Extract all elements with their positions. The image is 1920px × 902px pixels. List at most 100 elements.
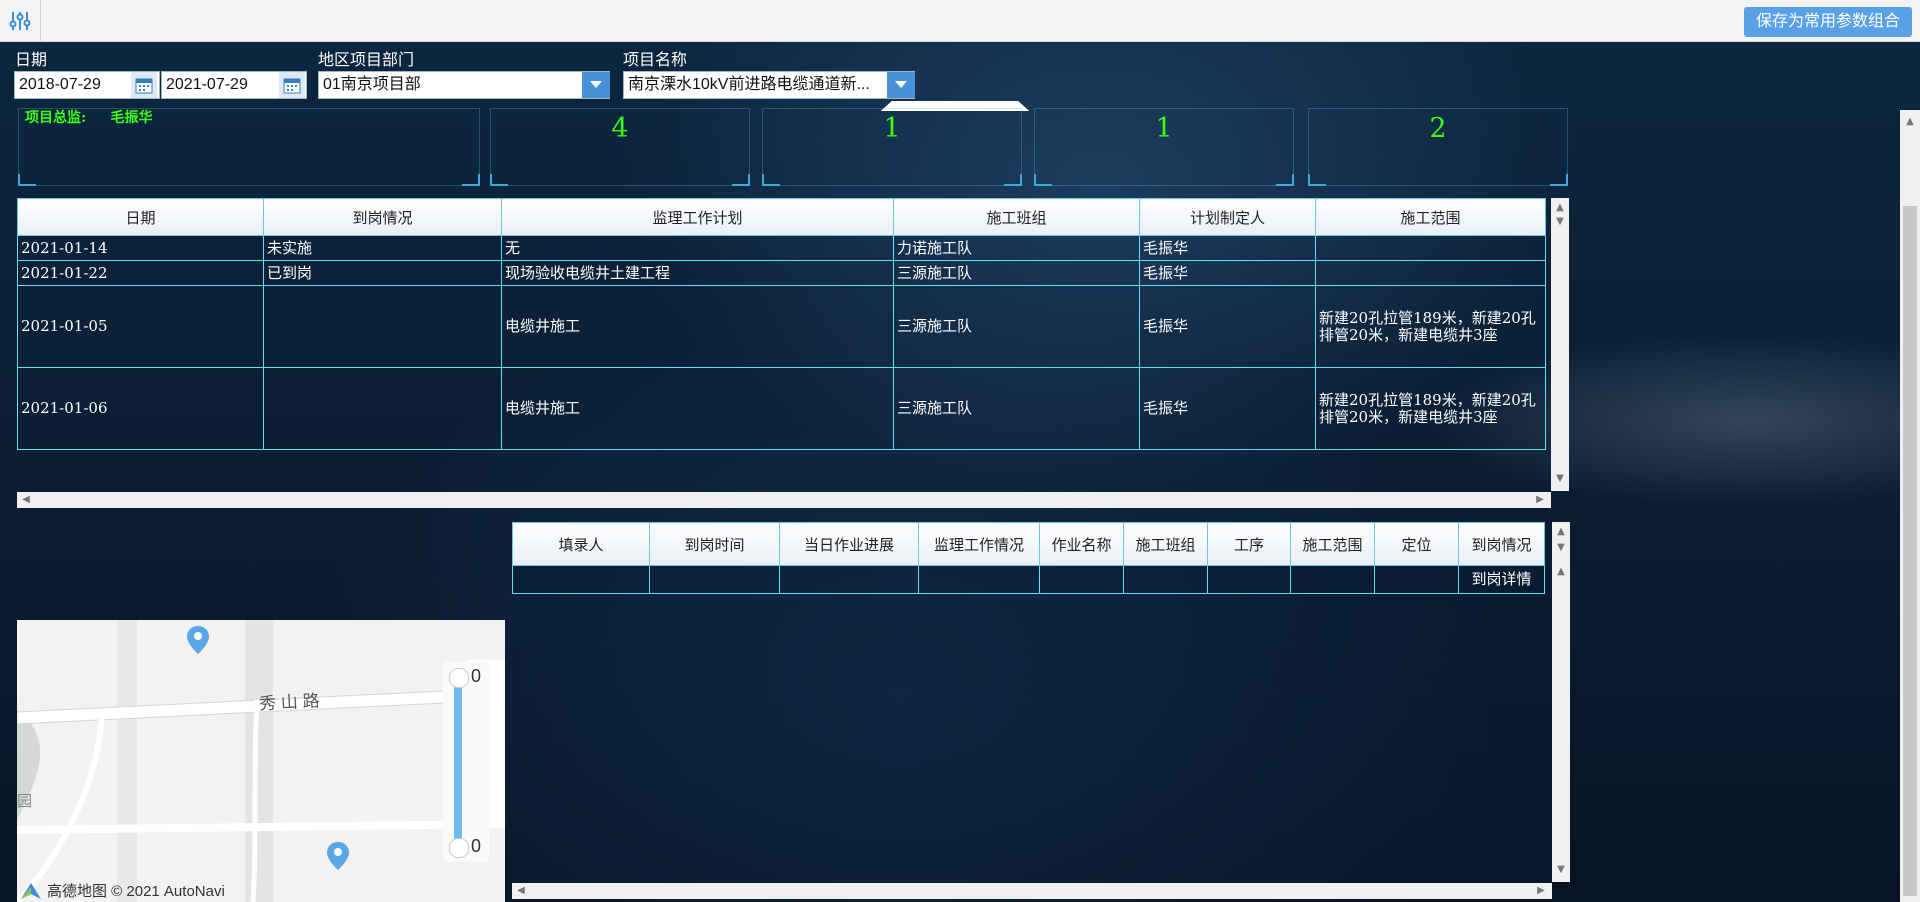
col-header-scope[interactable]: 施工范围	[1315, 198, 1546, 236]
map-attribution: 高德地图 © 2021 AutoNavi	[19, 880, 225, 901]
kpi-box-4: 2	[1308, 108, 1568, 186]
director-name: 毛振华	[110, 110, 153, 126]
zoom-handle-top[interactable]	[449, 668, 469, 688]
dept-dropdown-button[interactable]	[582, 72, 610, 98]
scroll-up-icon[interactable]: ▲	[1553, 202, 1567, 213]
cell-date: 2021-01-14	[17, 235, 264, 261]
attribution-text: 高德地图 © 2021 AutoNavi	[47, 883, 225, 900]
col-header-job-name[interactable]: 作业名称	[1039, 522, 1124, 566]
col-header-recorder[interactable]: 填录人	[512, 522, 650, 566]
cell-planner: 毛振华	[1139, 235, 1316, 261]
calendar-icon	[135, 78, 153, 94]
zoom-top-value: 0	[471, 666, 482, 686]
cell-plan: 电缆井施工	[501, 367, 894, 450]
top-toolbar: 保存为常用参数组合	[0, 0, 1920, 42]
project-label: 项目名称	[623, 52, 688, 69]
cell-empty	[918, 565, 1040, 594]
cell-empty	[512, 565, 650, 594]
page-scroll-thumb[interactable]	[1903, 206, 1917, 896]
scroll-up-icon[interactable]: ▲	[1903, 116, 1917, 127]
start-date-calendar-button[interactable]	[131, 72, 157, 98]
report-table-body-area	[512, 564, 1552, 884]
map-panel[interactable]: 秀 山 路 园 0 0 高德地图 © 2021 AutoNavi	[17, 620, 505, 902]
scroll-left-icon[interactable]: ◀	[19, 494, 33, 505]
report-table-hscroll[interactable]: ◀ ▶	[512, 883, 1552, 899]
scroll-down-icon[interactable]: ▼	[1554, 542, 1568, 553]
plan-table-hscroll[interactable]: ◀ ▶	[17, 492, 1551, 508]
cell-empty	[1123, 565, 1208, 594]
cell-empty	[1207, 565, 1291, 594]
cell-empty	[1290, 565, 1375, 594]
col-header-plan[interactable]: 监理工作计划	[501, 198, 894, 236]
col-header-location[interactable]: 定位	[1374, 522, 1459, 566]
col-header-arrival[interactable]: 到岗情况	[263, 198, 502, 236]
plan-table-vscroll[interactable]: ▲ ▼ ▼	[1551, 198, 1569, 491]
zoom-handle-bottom[interactable]	[449, 838, 469, 858]
cell-team: 三源施工队	[893, 367, 1140, 450]
scroll-up-icon[interactable]: ▲	[1554, 566, 1568, 577]
date-label: 日期	[15, 52, 48, 69]
cell-empty	[1374, 565, 1459, 594]
chevron-down-icon	[590, 81, 602, 88]
cell-planner: 毛振华	[1139, 285, 1316, 368]
cell-date: 2021-01-22	[17, 260, 264, 286]
col-header-scope[interactable]: 施工范围	[1290, 522, 1375, 566]
scroll-right-icon[interactable]: ▶	[1534, 885, 1548, 896]
arrival-detail-subheader[interactable]: 到岗详情	[1458, 565, 1545, 594]
scroll-down-icon[interactable]: ▼	[1553, 473, 1567, 484]
road-label: 秀 山 路	[258, 691, 321, 714]
kpi-value: 4	[611, 113, 629, 144]
cell-team: 三源施工队	[893, 260, 1140, 286]
settings-button[interactable]	[0, 0, 41, 41]
col-header-daily-progress[interactable]: 当日作业进展	[779, 522, 919, 566]
calendar-icon	[283, 78, 301, 94]
scroll-up-icon[interactable]: ▲	[1554, 526, 1568, 537]
report-table-vscroll[interactable]: ▲ ▼ ▲ ▼	[1552, 522, 1570, 882]
table-row[interactable]: 2021-01-05 电缆井施工 三源施工队 毛振华 新建20孔拉管189米，新…	[17, 285, 1546, 368]
map-pin-icon[interactable]	[187, 626, 209, 658]
cell-scope	[1315, 235, 1546, 261]
col-header-team[interactable]: 施工班组	[893, 198, 1140, 236]
page-vscroll[interactable]: ▲	[1900, 110, 1920, 902]
zoom-track[interactable]	[454, 676, 462, 848]
cell-team: 力诺施工队	[893, 235, 1140, 261]
kpi-box-3: 1	[1034, 108, 1294, 186]
col-header-team[interactable]: 施工班组	[1123, 522, 1208, 566]
director-label: 项目总监: 毛振华	[25, 110, 153, 126]
col-header-planner[interactable]: 计划制定人	[1139, 198, 1316, 236]
scroll-left-icon[interactable]: ◀	[514, 885, 528, 896]
plan-table-header: 日期 到岗情况 监理工作计划 施工班组 计划制定人 施工范围	[17, 198, 1546, 236]
dept-select[interactable]: 01南京项目部	[318, 71, 610, 99]
plan-table-panel: 日期 到岗情况 监理工作计划 施工班组 计划制定人 施工范围 2021-01-1…	[17, 198, 1572, 508]
cell-date: 2021-01-05	[17, 285, 264, 368]
col-header-process[interactable]: 工序	[1207, 522, 1291, 566]
scroll-right-icon[interactable]: ▶	[1533, 494, 1547, 505]
col-header-supervision[interactable]: 监理工作情况	[918, 522, 1040, 566]
table-row[interactable]: 2021-01-22 已到岗 现场验收电缆井土建工程 三源施工队 毛振华	[17, 260, 1546, 286]
chevron-down-icon	[895, 81, 907, 88]
scroll-down-icon[interactable]: ▼	[1554, 864, 1568, 875]
report-table-panel: 填录人 到岗时间 当日作业进展 监理工作情况 作业名称 施工班组 工序 施工范围…	[512, 522, 1572, 902]
scroll-down-icon[interactable]: ▼	[1553, 216, 1567, 227]
col-header-arrival-time[interactable]: 到岗时间	[649, 522, 780, 566]
project-dropdown-button[interactable]	[887, 72, 915, 98]
kpi-box-1: 4	[490, 108, 750, 186]
table-row: 到岗详情	[512, 565, 1545, 594]
cell-arrival: 未实施	[263, 235, 502, 261]
cell-date: 2021-01-06	[17, 367, 264, 450]
table-row[interactable]: 2021-01-06 电缆井施工 三源施工队 毛振华 新建20孔拉管189米，新…	[17, 367, 1546, 450]
end-date-calendar-button[interactable]	[279, 72, 305, 98]
save-param-combo-button[interactable]: 保存为常用参数组合	[1743, 7, 1912, 37]
cell-team: 三源施工队	[893, 285, 1140, 368]
cell-arrival	[263, 367, 502, 450]
map-pin-icon[interactable]	[327, 842, 349, 874]
cell-arrival: 已到岗	[263, 260, 502, 286]
project-select[interactable]: 南京溧水10kV前进路电缆通道新...	[623, 71, 915, 99]
table-row[interactable]: 2021-01-14 未实施 无 力诺施工队 毛振华	[17, 235, 1546, 261]
col-header-arrival-status[interactable]: 到岗情况	[1458, 522, 1545, 566]
col-header-date[interactable]: 日期	[17, 198, 264, 236]
zoom-bottom-value: 0	[471, 836, 482, 856]
zoom-slider[interactable]: 0 0	[443, 662, 489, 862]
cell-plan: 电缆井施工	[501, 285, 894, 368]
kpi-value: 1	[1155, 113, 1173, 144]
